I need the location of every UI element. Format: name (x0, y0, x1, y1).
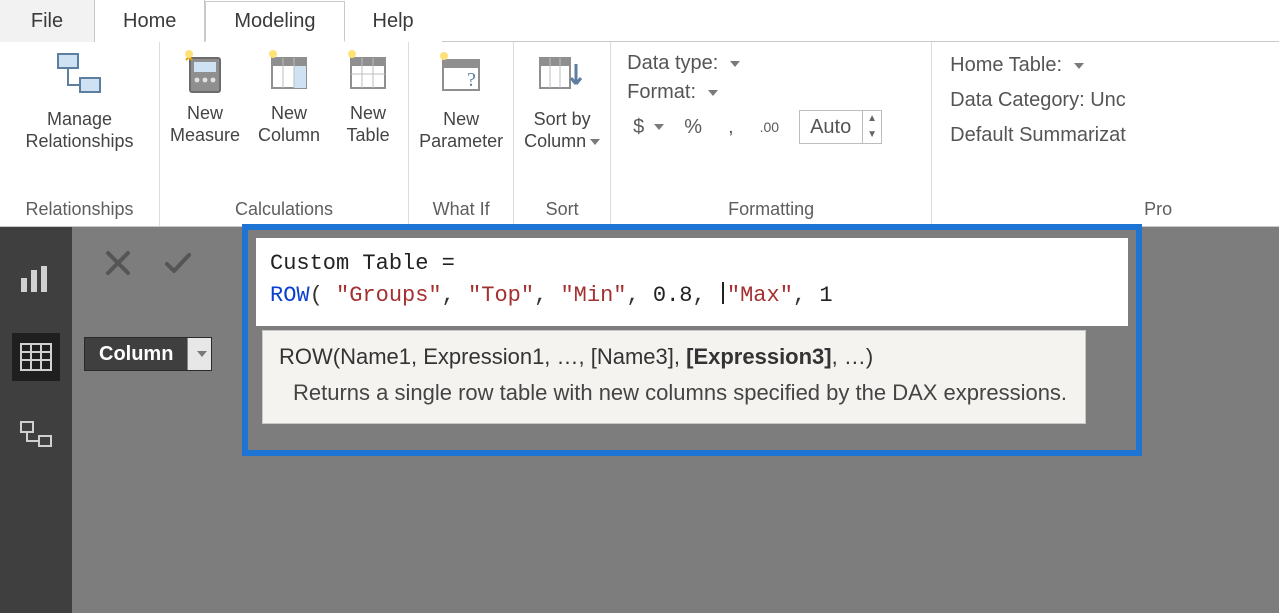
column-field-label: Column (85, 339, 187, 370)
data-category-label: Data Category: Unc (950, 89, 1164, 112)
decimal-format-button[interactable]: .00 (754, 117, 785, 137)
new-parameter-button[interactable]: ? New Parameter (419, 48, 503, 152)
close-icon (104, 249, 132, 277)
new-column-button[interactable]: New Column (258, 48, 320, 146)
cancel-formula-button[interactable] (100, 245, 136, 281)
formula-line-2: ROW( "Groups", "Top", "Min", 0.8, "Max",… (270, 280, 1114, 312)
canvas: Column Custom Table = ROW( "Groups", "To… (72, 227, 1279, 613)
data-type-label: Data type: (627, 52, 718, 75)
formula-highlight-box: Custom Table = ROW( "Groups", "Top", "Mi… (242, 224, 1142, 456)
currency-dropdown[interactable] (654, 124, 664, 130)
ribbon-tabstrip: File Home Modeling Help (0, 0, 1279, 42)
sig-pre: ROW(Name1, Expression1, …, [Name3], (279, 344, 686, 369)
tab-home[interactable]: Home (95, 0, 205, 42)
report-view-icon (19, 264, 53, 294)
dax-keyword: ROW (270, 283, 310, 308)
tab-file[interactable]: File (0, 0, 95, 42)
ribbon-group-sort: Sort by Column Sort (514, 42, 611, 226)
new-parameter-icon: ? (433, 48, 489, 104)
sort-group-label: Sort (546, 195, 579, 226)
new-table-label: New Table (347, 102, 390, 146)
decimal-places-spinner[interactable]: Auto ▲ ▼ (799, 110, 882, 144)
new-parameter-label: New Parameter (419, 108, 503, 152)
new-measure-icon (180, 48, 230, 98)
formula-line-1: Custom Table = (270, 248, 1114, 280)
ribbon-group-formatting: Data type: Format: $ % , .00 Auto (611, 42, 932, 226)
manage-relationships-button[interactable]: Manage Relationships (25, 48, 133, 152)
data-view-icon (19, 342, 53, 372)
chevron-down-icon (197, 351, 207, 357)
workspace: Column Custom Table = ROW( "Groups", "To… (0, 227, 1279, 613)
open-paren: ( (310, 283, 336, 308)
home-table-dropdown[interactable] (1074, 63, 1084, 69)
relationships-icon (52, 48, 108, 104)
sig-post: , …) (832, 344, 874, 369)
model-view-button[interactable] (12, 411, 60, 459)
sort-by-column-text: Sort by Column (524, 109, 591, 151)
svg-text:?: ? (467, 69, 476, 91)
check-icon (163, 249, 193, 277)
data-view-button[interactable] (12, 333, 60, 381)
sort-by-column-label: Sort by Column (524, 108, 600, 152)
spinner-up[interactable]: ▲ (863, 111, 881, 127)
thousands-format-button[interactable]: , (722, 114, 740, 141)
ribbon-group-relationships: Manage Relationships Relationships (0, 42, 160, 226)
whatif-group-label: What If (433, 195, 490, 226)
percent-format-button[interactable]: % (678, 114, 708, 141)
tooltip-description: Returns a single row table with new colu… (279, 377, 1069, 409)
sort-by-column-icon (534, 48, 590, 104)
new-table-icon (343, 48, 393, 98)
ribbon-group-whatif: ? New Parameter What If (409, 42, 514, 226)
currency-format-button[interactable]: $ (627, 114, 650, 141)
spinner-down[interactable]: ▼ (863, 127, 881, 143)
column-field-dropdown[interactable] (187, 338, 211, 370)
sig-current-param: [Expression3] (686, 344, 832, 369)
formula-bar[interactable]: Custom Table = ROW( "Groups", "Top", "Mi… (256, 238, 1128, 326)
intellisense-tooltip: ROW(Name1, Expression1, …, [Name3], [Exp… (262, 330, 1086, 424)
report-view-button[interactable] (12, 255, 60, 303)
tab-help[interactable]: Help (345, 0, 442, 42)
sort-by-column-button[interactable]: Sort by Column (524, 48, 600, 152)
new-column-label: New Column (258, 102, 320, 146)
default-summarization-label: Default Summarizat (950, 124, 1164, 147)
left-view-nav (0, 227, 72, 613)
arg-0-8: 0.8 (653, 283, 693, 308)
arg-1: 1 (819, 283, 832, 308)
relationships-group-label: Relationships (25, 195, 133, 226)
tooltip-signature: ROW(Name1, Expression1, …, [Name3], [Exp… (279, 341, 1069, 373)
decimal-places-value: Auto (800, 114, 862, 141)
commit-formula-button[interactable] (160, 245, 196, 281)
text-cursor (722, 282, 724, 304)
arg-groups: "Groups" (336, 283, 442, 308)
arg-min: "Min" (560, 283, 626, 308)
format-dropdown[interactable] (708, 90, 718, 96)
new-measure-button[interactable]: New Measure (170, 48, 240, 146)
calculations-group-label: Calculations (235, 195, 333, 226)
ribbon-group-calculations: New Measure New Column (160, 42, 409, 226)
new-measure-label: New Measure (170, 102, 240, 146)
formatting-group-label: Formatting (728, 195, 814, 226)
ribbon-group-properties: Home Table: Data Category: Unc Default S… (932, 42, 1182, 226)
new-column-icon (264, 48, 314, 98)
column-field-well[interactable]: Column (84, 337, 212, 371)
format-label: Format: (627, 81, 696, 104)
data-type-dropdown[interactable] (730, 61, 740, 67)
new-table-button[interactable]: New Table (338, 48, 398, 146)
properties-group-label: Pro (1144, 195, 1172, 226)
ribbon: Manage Relationships Relationships New M… (0, 42, 1279, 227)
arg-max: "Max" (727, 283, 793, 308)
model-view-icon (19, 420, 53, 450)
home-table-label: Home Table: (950, 54, 1062, 77)
manage-relationships-label: Manage Relationships (25, 108, 133, 152)
chevron-down-icon (590, 139, 600, 145)
arg-top: "Top" (468, 283, 534, 308)
tab-modeling[interactable]: Modeling (205, 1, 344, 43)
